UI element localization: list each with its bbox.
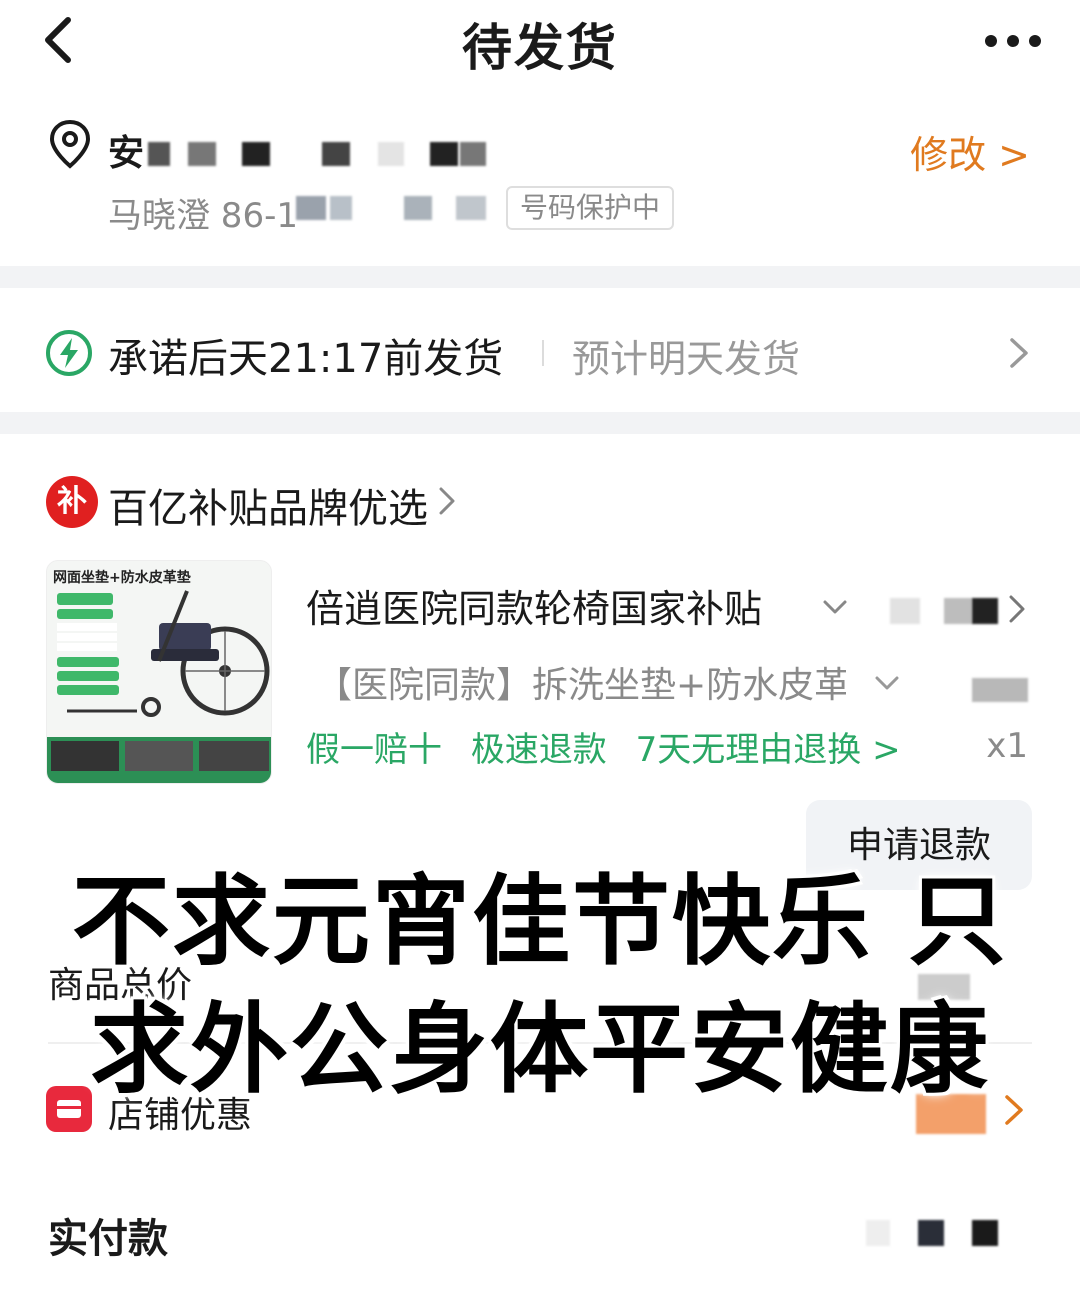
store-name: 百亿补贴品牌优选 xyxy=(108,486,428,532)
redacted-price xyxy=(972,598,998,624)
redacted-block xyxy=(456,196,486,220)
address-first-char: 安 xyxy=(108,133,145,174)
redacted-price xyxy=(944,598,972,624)
wheelchair-image xyxy=(47,590,271,783)
vertical-divider xyxy=(542,340,544,366)
estimated-shipping-text: 预计明天发货 xyxy=(572,337,801,381)
redacted-block xyxy=(330,196,352,220)
redacted-block xyxy=(460,142,486,166)
overlay-caption-line2: 求外公身体平安健康 xyxy=(89,993,990,1107)
redacted-block xyxy=(404,196,432,220)
redacted-block xyxy=(148,142,170,166)
section-gap xyxy=(0,266,1080,288)
shipping-promise-row[interactable]: 承诺后天21:17前发货 预计明天发货 xyxy=(0,292,1080,412)
shipping-address[interactable]: 安 马晓澄 86-1 号码保护中 修改 > xyxy=(0,100,1080,266)
product-title[interactable]: 倍逍医院同款轮椅国家补贴 xyxy=(306,578,816,633)
chevron-right-icon xyxy=(1009,595,1025,623)
page-title: 待发货 xyxy=(462,19,618,77)
guarantee-fake-compensation: 假一赔十 xyxy=(306,730,442,770)
redacted-price xyxy=(972,678,1028,702)
redacted-block xyxy=(188,142,216,166)
redacted-paid xyxy=(972,1220,998,1246)
modify-address-button[interactable]: 修改 > xyxy=(910,124,1030,179)
top-bar: 待发货 xyxy=(0,0,1080,84)
product-thumbnail[interactable]: 网面坐垫+防水皮革垫 xyxy=(46,560,272,784)
actual-payment-label: 实付款 xyxy=(48,1216,168,1262)
subsidy-badge-icon: 补 xyxy=(46,476,98,528)
overlay-caption: 不求元宵佳节快乐 只 求外公身体平安健康 xyxy=(40,858,1040,1114)
recipient-name-phone: 马晓澄 86-1 xyxy=(108,196,298,236)
chevron-down-icon[interactable] xyxy=(822,598,848,616)
redacted-block xyxy=(430,142,458,166)
service-guarantees[interactable]: 假一赔十 极速退款 7天无理由退换 > xyxy=(306,722,919,771)
more-options-icon[interactable] xyxy=(982,30,1044,52)
redacted-block xyxy=(322,142,350,166)
lightning-icon xyxy=(46,330,92,376)
product-spec[interactable]: 【医院同款】拆洗坐垫+防水皮革 xyxy=(316,656,846,708)
guarantee-7day-return: 7天无理由退换 > xyxy=(635,730,901,770)
redacted-paid xyxy=(866,1220,890,1246)
address-text: 安 xyxy=(108,128,508,174)
shipping-promise-text: 承诺后天21:17前发货 xyxy=(108,336,504,382)
guarantee-fast-refund: 极速退款 xyxy=(470,730,607,770)
section-gap xyxy=(0,412,1080,434)
redacted-price xyxy=(890,598,920,624)
number-protection-badge: 号码保护中 xyxy=(506,186,675,230)
location-pin-icon xyxy=(49,119,91,169)
chevron-right-icon xyxy=(439,487,455,515)
redacted-paid xyxy=(918,1220,944,1246)
chevron-down-icon[interactable] xyxy=(874,674,900,692)
redacted-block xyxy=(378,142,404,166)
redacted-block xyxy=(242,142,270,166)
chevron-right-icon xyxy=(1010,338,1028,368)
overlay-caption-line1: 不求元宵佳节快乐 只 xyxy=(71,865,1009,979)
redacted-block xyxy=(296,196,326,220)
product-quantity: x1 xyxy=(986,726,1028,766)
store-header[interactable]: 补 百亿补贴品牌优选 xyxy=(0,466,1080,536)
